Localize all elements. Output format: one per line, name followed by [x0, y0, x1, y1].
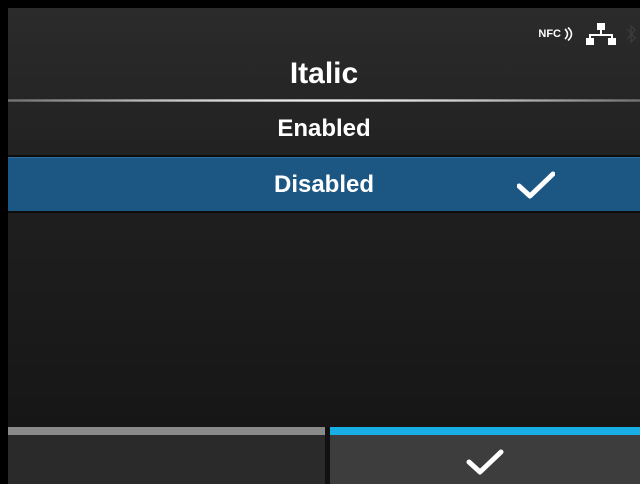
confirm-button[interactable] [330, 427, 640, 484]
option-label: Enabled [277, 115, 371, 142]
left-button-indicator [8, 427, 325, 435]
page-title: Italic [289, 57, 359, 90]
check-icon [466, 449, 504, 475]
screen: NFC Italic Enabled Disabled [0, 0, 640, 484]
nfc-label: NFC [538, 28, 561, 40]
settings-panel: NFC Italic Enabled Disabled [8, 8, 640, 484]
option-list: Enabled Disabled [8, 102, 640, 213]
nfc-icon: NFC [538, 27, 576, 41]
confirm-button-indicator [330, 427, 640, 435]
option-label: Disabled [273, 171, 375, 198]
nfc-wave-icon [564, 27, 573, 41]
option-disabled[interactable]: Disabled [8, 157, 640, 213]
selected-check-icon [517, 171, 555, 199]
network-icon [586, 23, 616, 45]
status-bar: NFC [538, 20, 636, 48]
left-soft-button[interactable] [8, 427, 325, 484]
option-enabled[interactable]: Enabled [8, 102, 640, 157]
bluetooth-icon [626, 23, 636, 45]
